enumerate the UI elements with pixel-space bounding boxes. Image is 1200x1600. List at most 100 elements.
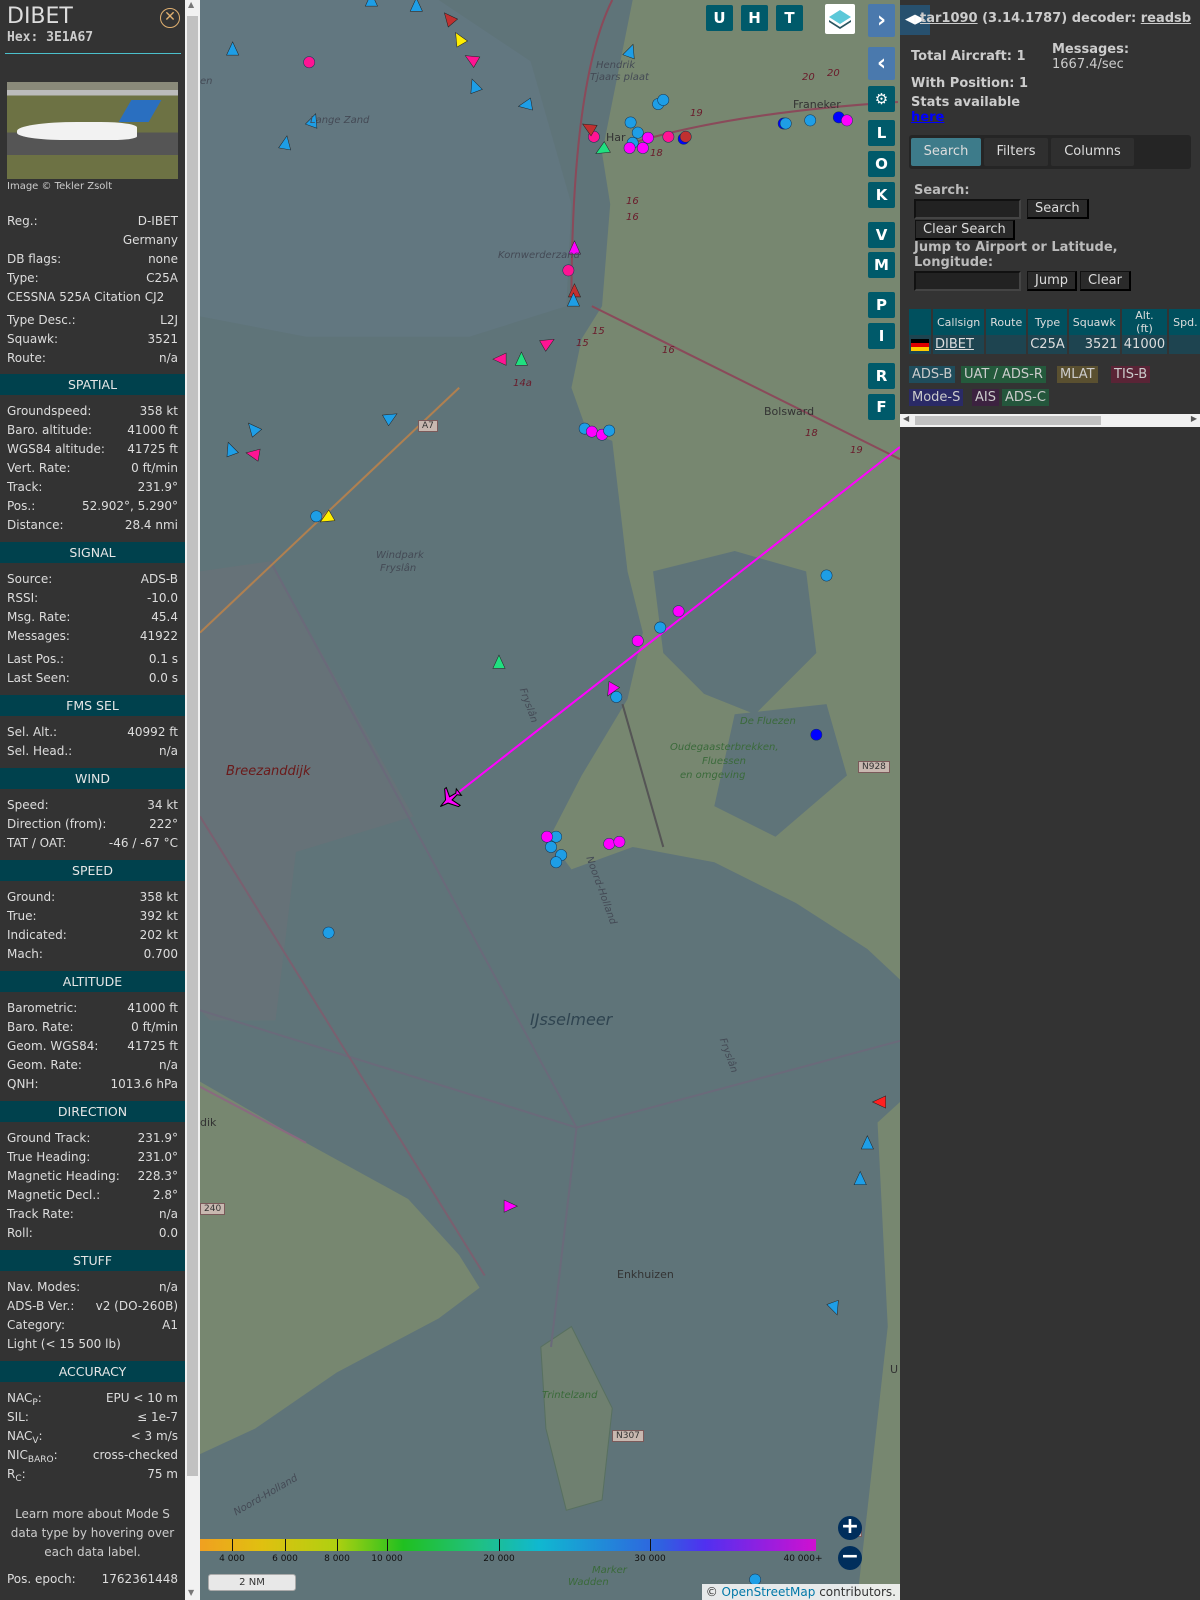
osm-link[interactable]: OpenStreetMap <box>722 1585 816 1599</box>
map-label-r18a: 18 <box>650 148 663 159</box>
map-button-o[interactable]: O <box>868 151 895 177</box>
section-header-altitude[interactable]: ALTITUDE <box>0 971 185 992</box>
detail-row: Type: C25A <box>0 269 185 288</box>
map-label-r15b: 15 <box>576 338 589 349</box>
table-scrollbar[interactable]: ◀ ▶ <box>900 414 1200 427</box>
detail-row: Last Pos.: 0.1 s <box>0 650 185 669</box>
column-header[interactable]: Type <box>1028 309 1067 335</box>
map-button-p[interactable]: P <box>868 292 895 318</box>
map-button-u[interactable]: U <box>706 5 733 31</box>
tab-search[interactable]: Search <box>911 138 981 166</box>
map-line <box>550 1127 578 1348</box>
jump-label: Jump to Airport or Latitude, <box>914 240 1118 255</box>
detail-value: n/a <box>158 1058 178 1072</box>
aircraft-photo[interactable] <box>7 82 178 179</box>
map-button-r[interactable]: R <box>868 363 895 389</box>
detail-value: 358 kt <box>139 404 178 418</box>
detail-value: 45.4 <box>151 610 178 624</box>
section-header-wind[interactable]: WIND <box>0 768 185 789</box>
colorbar-tick <box>285 1539 286 1551</box>
section-header-signal[interactable]: SIGNAL <box>0 542 185 563</box>
tab-columns[interactable]: Columns <box>1051 138 1134 166</box>
callsign-link[interactable]: DIBET <box>935 337 974 352</box>
section-header-fms-sel[interactable]: FMS SEL <box>0 695 185 716</box>
detail-label: ADS-B Ver.: <box>7 1299 75 1313</box>
colorbar-label: 30 000 <box>634 1554 666 1564</box>
jump-button[interactable]: Jump <box>1027 271 1077 291</box>
close-icon[interactable]: ✕ <box>160 8 180 28</box>
section-header-speed[interactable]: SPEED <box>0 860 185 881</box>
detail-label: QNH: <box>7 1077 39 1091</box>
stats-link[interactable]: here <box>911 110 944 125</box>
aircraft-marker <box>779 117 792 130</box>
map-label-r240: 240 <box>200 1203 226 1215</box>
map-button-l[interactable]: L <box>868 120 895 146</box>
map-label-r19a: 19 <box>690 108 703 119</box>
detail-label: Baro. Rate: <box>7 1020 74 1034</box>
section-header-stuff[interactable]: STUFF <box>0 1250 185 1271</box>
map-button-v[interactable]: V <box>868 222 895 248</box>
colorbar-label: 40 000+ <box>783 1554 823 1564</box>
colorbar-label: 8 000 <box>324 1554 350 1564</box>
map-button-k[interactable]: K <box>868 182 895 208</box>
map-label-r14a: 14a <box>513 378 532 389</box>
column-header[interactable]: Squawk <box>1068 309 1120 335</box>
detail-row: Track: 231.9° <box>0 478 185 497</box>
detail-label: DB flags: <box>7 252 62 266</box>
search-input[interactable] <box>914 199 1021 219</box>
column-header[interactable]: Spd. <box>1169 309 1200 335</box>
aircraft-marker <box>820 569 833 582</box>
section-header-spatial[interactable]: SPATIAL <box>0 374 185 395</box>
aircraft-marker <box>841 114 853 127</box>
colorbar-tick <box>232 1539 233 1551</box>
map[interactable]: Windpark Fryslân Breezanddijk IJsselmeer Fra… <box>200 0 900 1600</box>
registration-link[interactable]: D-IBET <box>138 212 178 231</box>
detail-value: Germany <box>122 233 178 247</box>
detail-value: 0.0 s <box>148 671 178 685</box>
detail-value: cross-checked <box>92 1448 178 1462</box>
detail-value: none <box>148 252 178 266</box>
legend-ads-c: ADS-C <box>1002 389 1049 406</box>
map-button-f[interactable]: F <box>868 394 895 420</box>
column-header[interactable] <box>909 309 931 335</box>
map-button-h[interactable]: H <box>741 5 768 31</box>
column-header[interactable]: Callsign <box>933 309 985 335</box>
prev-icon[interactable]: ‹ <box>868 47 895 80</box>
next-icon[interactable]: › <box>868 4 895 37</box>
zoom-out-button[interactable]: − <box>838 1546 862 1570</box>
detail-value: 41922 <box>139 629 178 643</box>
aircraft-table: Callsign Route Type Squawk Alt. (ft) Spd. DIB… <box>907 309 1200 354</box>
aircraft-marker <box>662 130 675 143</box>
map-canvas[interactable] <box>200 0 900 1600</box>
section-stuff: Nav. Modes: n/a ADS-B Ver.: v2 (DO-260B) Cat… <box>0 1271 185 1361</box>
clear-jump-button[interactable]: Clear <box>1080 271 1131 291</box>
tab-filters[interactable]: Filters <box>984 138 1048 166</box>
clear-search-button[interactable]: Clear Search <box>915 220 1015 240</box>
zoom-in-button[interactable]: + <box>838 1516 862 1540</box>
map-button-t[interactable]: T <box>776 5 803 31</box>
messages-rate: 1667.4/sec <box>1052 57 1124 72</box>
column-header[interactable]: Alt. (ft) <box>1121 309 1168 335</box>
detail-scrollbar[interactable]: ▲ ▼ <box>185 0 200 1600</box>
settings-gear-icon[interactable]: ⚙ <box>868 86 895 112</box>
section-header-accuracy[interactable]: ACCURACY <box>0 1361 185 1382</box>
app-link[interactable]: tar1090 <box>920 11 978 26</box>
table-row[interactable]: DIBET C25A 3521 41000 <box>909 335 1200 354</box>
decoder-link[interactable]: readsb <box>1141 11 1191 26</box>
detail-label: Geom. WGS84: <box>7 1039 99 1053</box>
column-header[interactable]: Route <box>986 309 1027 335</box>
map-button-i[interactable]: I <box>868 323 895 349</box>
search-button[interactable]: Search <box>1027 199 1089 219</box>
detail-label: Roll: <box>7 1226 33 1240</box>
section-header-direction[interactable]: DIRECTION <box>0 1101 185 1122</box>
layers-button[interactable] <box>825 4 855 34</box>
detail-row: Groundspeed: 358 kt <box>0 402 185 421</box>
aircraft-marker <box>623 142 636 154</box>
section-accuracy: NACP: EPU < 10 m SIL: ≤ 1e-7 NACV: < 3 m/s NIC… <box>0 1382 185 1491</box>
colorbar-label: 6 000 <box>272 1554 298 1564</box>
map-button-m[interactable]: M <box>868 252 895 278</box>
detail-label: SIL: <box>7 1410 29 1424</box>
photo-credit: Image © Tekler Zsolt <box>7 181 113 192</box>
wadden-shoals <box>200 0 572 337</box>
jump-input[interactable] <box>914 271 1021 291</box>
